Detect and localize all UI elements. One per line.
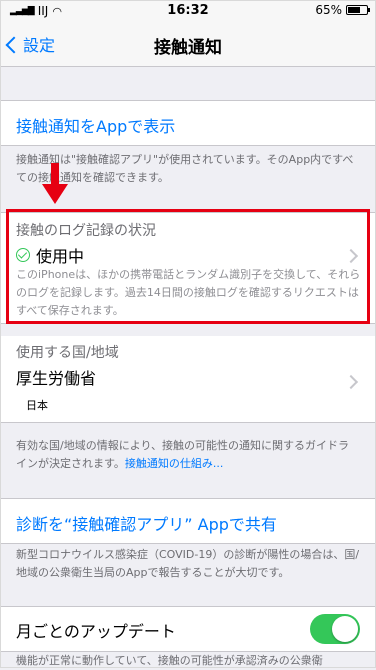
show-in-app-link[interactable]: 接触通知をAppで表示 [16, 113, 175, 137]
region-value: 厚生労働省 [16, 369, 97, 388]
navigation-bar: 設定 接触通知 [0, 22, 376, 67]
region-cell[interactable]: 使用する国/地域 厚生労働省 日本 [0, 336, 376, 422]
show-in-app-cell[interactable]: 接触通知をAppで表示 [0, 101, 376, 145]
monthly-footer: 機能が正常に動作していて、接触の可能性が承認済みの公衆衛 [16, 654, 323, 667]
share-footer: 新型コロナウイルス感染症（COVID-19）の診断が陽性の場合は、国/地域の公衆… [16, 548, 360, 579]
how-it-works-link[interactable]: 接触通知の仕組み... [125, 457, 224, 470]
battery-icon [346, 5, 370, 15]
region-country: 日本 [26, 399, 48, 412]
share-diagnosis-cell[interactable]: 診断を“接触確認アプリ” Appで共有 [0, 499, 376, 543]
monthly-update-cell: 月ごとのアップデート [0, 607, 376, 651]
battery-percent: 65% [315, 3, 342, 17]
region-header: 使用する国/地域 [16, 345, 119, 361]
monthly-update-label: 月ごとのアップデート [16, 622, 176, 641]
page-title: 接触通知 [154, 38, 222, 58]
toggle-knob [332, 616, 358, 642]
monthly-update-toggle[interactable] [310, 614, 360, 644]
share-diagnosis-link[interactable]: 診断を“接触確認アプリ” Appで共有 [16, 511, 277, 535]
region-footer: 有効な国/地域の情報により、接触の可能性の通知に関するガイドラインが決定されます… [16, 437, 360, 473]
status-bar: ▂▃▅▇ IIJ ◠ 16:32 65% [0, 0, 376, 22]
red-arrow-head [42, 184, 68, 204]
highlight-box [6, 209, 370, 324]
chevron-right-icon [343, 374, 359, 390]
info-footer: 接触通知は"接触確認アプリ"が使用されています。そのApp内ですべての接触通知を… [16, 153, 354, 184]
